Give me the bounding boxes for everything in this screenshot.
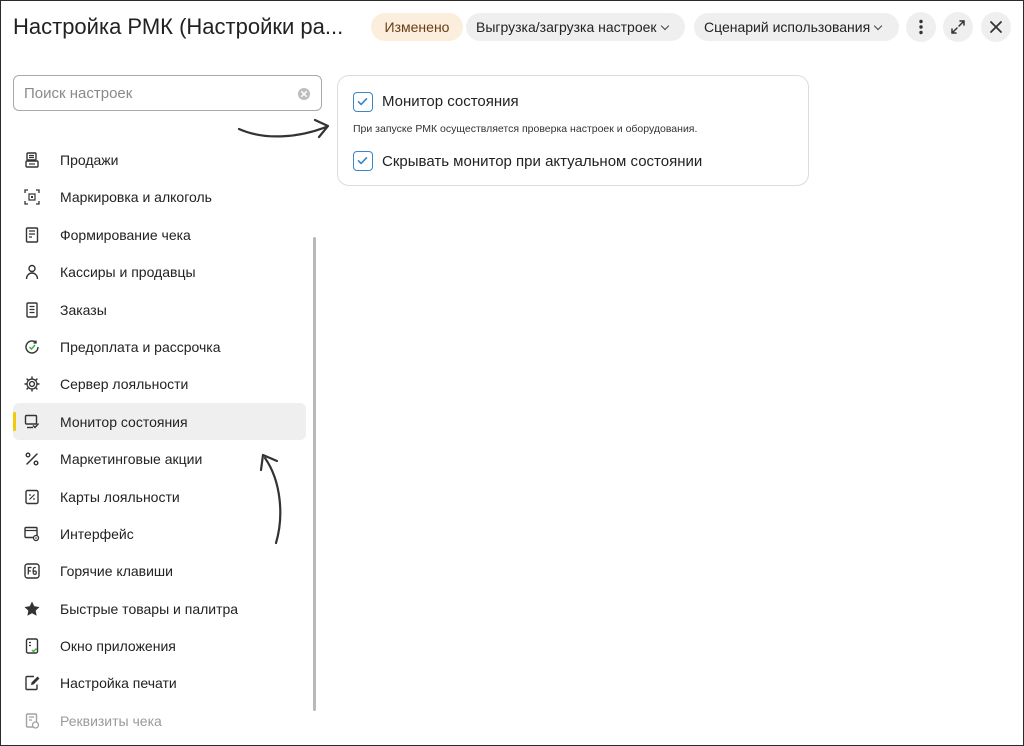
app-window-icon <box>25 638 39 654</box>
gear-icon <box>24 376 40 393</box>
settings-window: Настройка РМК (Настройки ра... Изменено … <box>0 0 1024 746</box>
monitor-check-icon <box>24 414 40 429</box>
clear-search-icon[interactable] <box>297 87 311 101</box>
sidebar-item-status-monitor[interactable]: Монитор состояния <box>13 402 306 441</box>
sidebar-item-print-settings[interactable]: Настройка печати <box>13 664 306 701</box>
user-icon <box>25 264 39 280</box>
star-icon <box>24 601 40 616</box>
hide-monitor-label: Скрывать монитор при актуальном состояни… <box>382 153 703 170</box>
sidebar-item-prepayment-installments[interactable]: Предоплата и рассрочка <box>13 328 306 365</box>
sidebar-item-label: Горячие клавиши <box>60 563 173 580</box>
print-edit-icon <box>25 676 40 691</box>
sidebar-item-label: Монитор состояния <box>60 413 188 430</box>
sidebar-item-label: Продажи <box>60 152 119 168</box>
sidebar-item-interface[interactable]: Интерфейс <box>13 515 306 552</box>
status-monitor-checkbox[interactable] <box>353 92 373 112</box>
hide-monitor-checkbox[interactable] <box>353 151 373 171</box>
sidebar-item-loyalty-server[interactable]: Сервер лояльности <box>13 365 306 402</box>
sidebar-item-marking-alcohol[interactable]: Маркировка и алкоголь <box>13 178 306 215</box>
sidebar-item-label: Карты лояльности <box>60 488 180 505</box>
sidebar-item-sales[interactable]: Продажи <box>13 141 306 178</box>
more-vertical-icon <box>919 19 923 35</box>
status-monitor-settings-panel: Монитор состояния При запуске РМК осущес… <box>337 75 809 186</box>
chevron-down-icon <box>873 21 883 31</box>
sidebar-item-label: Предоплата и рассрочка <box>60 338 221 355</box>
expand-icon <box>951 20 965 34</box>
receipt-details-icon <box>25 713 40 729</box>
interface-settings-icon <box>24 526 40 542</box>
sidebar-item-label: Сервер лояльности <box>60 376 189 393</box>
sidebar-item-label: Формирование чека <box>60 226 191 243</box>
percent-icon <box>25 452 39 466</box>
status-monitor-label: Монитор состояния <box>382 93 519 110</box>
discount-card-icon <box>25 489 39 504</box>
settings-search-box <box>13 75 322 111</box>
close-button[interactable] <box>981 12 1011 42</box>
export-import-label: Выгрузка/загрузка настроек <box>476 19 657 35</box>
sidebar-item-label: Маркетинговые акции <box>60 451 203 468</box>
settings-menu: Продажи Маркировка и алкоголь Формирован… <box>13 141 306 739</box>
settings-search-input[interactable] <box>24 83 294 103</box>
changed-badge: Изменено <box>371 13 463 41</box>
sidebar-item-label: Интерфейс <box>60 525 134 542</box>
document-list-icon <box>26 301 38 318</box>
sidebar-item-hotkeys[interactable]: Горячие клавиши <box>13 552 306 589</box>
sidebar-item-label: Кассиры и продавцы <box>60 264 196 281</box>
sidebar-item-receipt-details[interactable]: Реквизиты чека <box>13 702 306 739</box>
sidebar-item-label: Маркировка и алкоголь <box>60 189 212 206</box>
more-options-button[interactable] <box>906 12 936 42</box>
expand-button[interactable] <box>943 12 973 42</box>
sidebar-item-label: Настройка печати <box>60 675 177 692</box>
cash-register-icon <box>25 152 39 168</box>
sidebar-item-orders[interactable]: Заказы <box>13 291 306 328</box>
checkmark-icon <box>357 98 368 106</box>
receipt-icon <box>25 227 39 243</box>
sidebar-item-label: Заказы <box>60 301 107 318</box>
checkmark-icon <box>357 157 368 165</box>
refresh-check-icon <box>25 340 39 354</box>
sidebar: Продажи Маркировка и алкоголь Формирован… <box>1 141 331 741</box>
sidebar-scrollbar[interactable] <box>313 237 316 711</box>
sidebar-item-quick-products-palette[interactable]: Быстрые товары и палитра <box>13 590 306 627</box>
sidebar-item-label: Окно приложения <box>60 638 176 655</box>
status-monitor-description: При запуске РМК осуществляется проверка … <box>353 123 698 135</box>
sidebar-item-app-window[interactable]: Окно приложения <box>13 627 306 664</box>
usage-scenario-label: Сценарий использования <box>704 19 871 35</box>
close-icon <box>990 21 1002 33</box>
sidebar-item-cashiers-sellers[interactable]: Кассиры и продавцы <box>13 253 306 290</box>
sidebar-item-receipt-forming[interactable]: Формирование чека <box>13 216 306 253</box>
usage-scenario-dropdown[interactable]: Сценарий использования <box>694 13 899 41</box>
sidebar-item-label: Реквизиты чека <box>60 712 162 729</box>
chevron-down-icon <box>660 21 669 31</box>
sidebar-item-marketing-promotions[interactable]: Маркетинговые акции <box>13 440 306 477</box>
barcode-scan-icon <box>24 189 40 206</box>
sidebar-item-label: Быстрые товары и палитра <box>60 600 239 617</box>
export-import-dropdown[interactable]: Выгрузка/загрузка настроек <box>466 13 685 41</box>
sidebar-item-loyalty-cards[interactable]: Карты лояльности <box>13 478 306 515</box>
f6-key-icon <box>24 563 40 579</box>
window-title: Настройка РМК (Настройки ра... <box>13 14 344 39</box>
